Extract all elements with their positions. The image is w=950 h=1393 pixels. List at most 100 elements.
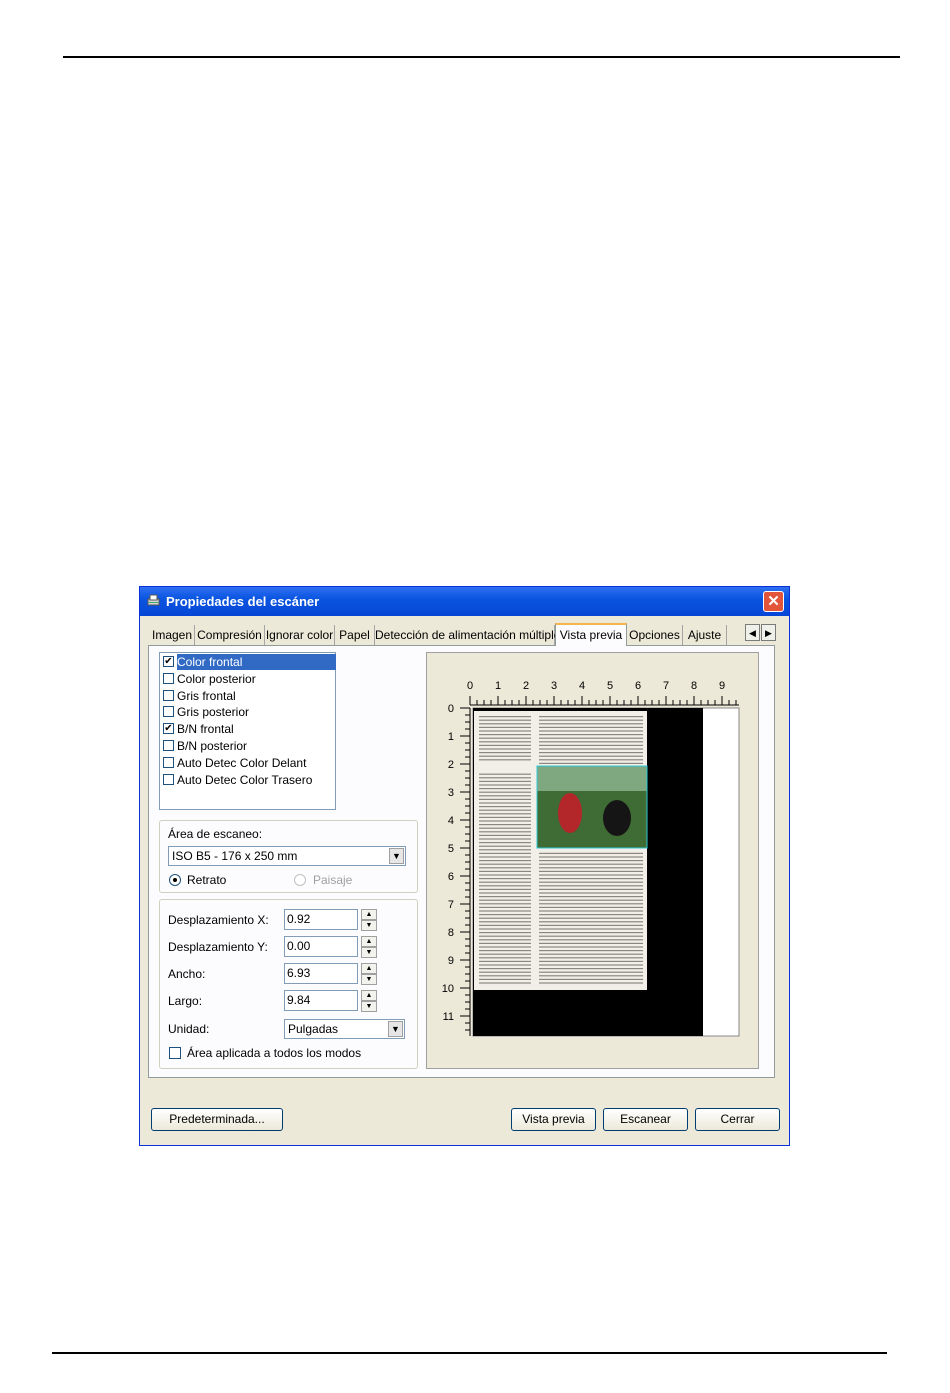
ruler-y-label: 7 <box>448 899 454 911</box>
page-text-line <box>539 870 643 872</box>
page-text-line <box>479 798 531 800</box>
page-text-line <box>479 716 531 718</box>
list-item-label: B/N frontal <box>177 722 234 737</box>
scanner-properties-dialog: Propiedades del escáner ✕ Imagen Compresi… <box>139 586 790 1146</box>
tab-ignorar-color[interactable]: Ignorar color <box>265 625 335 645</box>
preview-button[interactable]: Vista previa <box>511 1108 596 1131</box>
ruler-x-label: 1 <box>495 680 501 692</box>
list-item[interactable]: ✔ B/N frontal <box>162 721 333 737</box>
tab-vista-previa[interactable]: Vista previa <box>555 623 627 646</box>
offset-x-label: Desplazamiento X: <box>168 913 269 927</box>
list-item[interactable]: ✔ Color frontal <box>162 654 336 670</box>
tab-imagen[interactable]: Imagen <box>150 625 195 645</box>
page-text-line <box>539 734 643 736</box>
list-item-checkbox[interactable] <box>163 756 174 768</box>
chevron-down-icon[interactable]: ▼ <box>388 1021 403 1037</box>
page-text-line <box>539 946 643 948</box>
page-text-line <box>539 903 643 905</box>
list-item-checkbox[interactable]: ✔ <box>163 723 174 735</box>
page-text-line <box>479 827 531 829</box>
offset-y-stepper[interactable]: ▲ ▼ <box>361 936 377 958</box>
page-text-line <box>479 730 531 732</box>
list-item[interactable]: B/N posterior <box>162 738 333 754</box>
scan-area-select[interactable]: ISO B5 - 176 x 250 mm ▼ <box>168 846 406 866</box>
list-item[interactable]: Color posterior <box>162 671 333 687</box>
page-text-line <box>539 914 643 916</box>
page-text-line <box>479 878 531 880</box>
list-item-checkbox[interactable] <box>163 672 174 684</box>
page-text-line <box>479 809 531 811</box>
page-text-line <box>479 856 531 858</box>
landscape-radio[interactable] <box>294 874 306 886</box>
page-text-line <box>539 737 643 739</box>
page-text-line <box>479 780 531 782</box>
list-item-checkbox[interactable]: ✔ <box>163 656 174 667</box>
list-item[interactable]: Auto Detec Color Delant <box>162 755 333 771</box>
page-text-line <box>479 953 531 955</box>
page-text-line <box>479 820 531 822</box>
ruler-x-label: 5 <box>607 680 613 692</box>
list-item[interactable]: Gris posterior <box>162 704 333 720</box>
width-field[interactable]: 6.93 <box>284 963 358 984</box>
preview-canvas[interactable]: 0 1 2 3 4 5 6 7 8 9 0 1 2 3 4 5 6 7 8 9 10 11 <box>427 653 758 1068</box>
page-text-line <box>539 723 643 725</box>
list-item[interactable]: Gris frontal <box>162 688 333 704</box>
page-text-line <box>539 885 643 887</box>
page-text-line <box>479 917 531 919</box>
scan-button[interactable]: Escanear <box>603 1108 688 1131</box>
page-text-line <box>479 838 531 840</box>
page-text-line <box>479 935 531 937</box>
list-item-label: Auto Detec Color Delant <box>177 755 307 770</box>
page-text-line <box>539 928 643 930</box>
chevron-down-icon[interactable]: ▼ <box>389 848 404 864</box>
page-text-line <box>539 921 643 923</box>
close-window-button[interactable]: ✕ <box>763 591 784 612</box>
ruler-x-label: 7 <box>663 680 669 692</box>
offset-x-field[interactable]: 0.92 <box>284 909 358 930</box>
list-item-label: Gris posterior <box>177 705 250 720</box>
preview-area[interactable]: 0 1 2 3 4 5 6 7 8 9 0 1 2 3 4 5 6 7 8 9 10 11 <box>426 652 759 1069</box>
page-text-line <box>479 946 531 948</box>
page-text-line <box>539 888 643 890</box>
width-stepper[interactable]: ▲ ▼ <box>361 963 377 985</box>
tab-compresión[interactable]: Compresión <box>195 625 265 645</box>
page-text-line <box>479 806 531 808</box>
page-text-line <box>539 856 643 858</box>
tab-papel[interactable]: Papel <box>335 625 375 645</box>
page-text-line <box>539 755 643 757</box>
ruler-x-label: 4 <box>579 680 585 692</box>
tab-ajuste[interactable]: Ajuste <box>683 625 727 645</box>
length-stepper[interactable]: ▲ ▼ <box>361 990 377 1012</box>
default-button[interactable]: Predeterminada... <box>151 1108 283 1131</box>
length-field[interactable]: 9.84 <box>284 990 358 1011</box>
portrait-radio[interactable] <box>169 874 181 886</box>
list-item[interactable]: Auto Detec Color Trasero <box>162 772 333 788</box>
page-text-line <box>479 795 531 797</box>
page-text-line <box>539 950 643 952</box>
page-text-line <box>479 849 531 851</box>
tab-scroll-left-icon[interactable]: ◀ <box>745 624 760 641</box>
tab-opciones[interactable]: Opciones <box>627 625 683 645</box>
image-type-list[interactable]: ✔ Color frontal Color posterior Gris fronta… <box>159 652 336 810</box>
ruler-x-label: 8 <box>691 680 697 692</box>
offset-x-stepper[interactable]: ▲ ▼ <box>361 909 377 931</box>
page-text-line <box>539 932 643 934</box>
offset-y-field[interactable]: 0.00 <box>284 936 358 957</box>
apply-all-checkbox[interactable] <box>169 1047 181 1059</box>
title-bar[interactable]: Propiedades del escáner ✕ <box>140 587 789 616</box>
tab-scroll-right-icon[interactable]: ▶ <box>761 624 776 641</box>
list-item-checkbox[interactable] <box>163 689 174 701</box>
page-photo-figure-2 <box>603 800 631 836</box>
unit-select[interactable]: Pulgadas ▼ <box>284 1019 405 1039</box>
page-text-line <box>539 960 643 962</box>
ruler-y-label: 1 <box>448 731 454 743</box>
list-item-checkbox[interactable] <box>163 740 174 751</box>
page-text-line <box>479 903 531 905</box>
list-item-checkbox[interactable] <box>163 773 174 785</box>
ruler-x-label: 3 <box>551 680 557 692</box>
page-text-line <box>479 831 531 833</box>
page-text-line <box>479 723 531 725</box>
list-item-checkbox[interactable] <box>163 706 174 718</box>
tab-detección-de-alimentación-múltiple[interactable]: Detección de alimentación múltiple <box>375 625 560 645</box>
close-button[interactable]: Cerrar <box>695 1108 780 1131</box>
